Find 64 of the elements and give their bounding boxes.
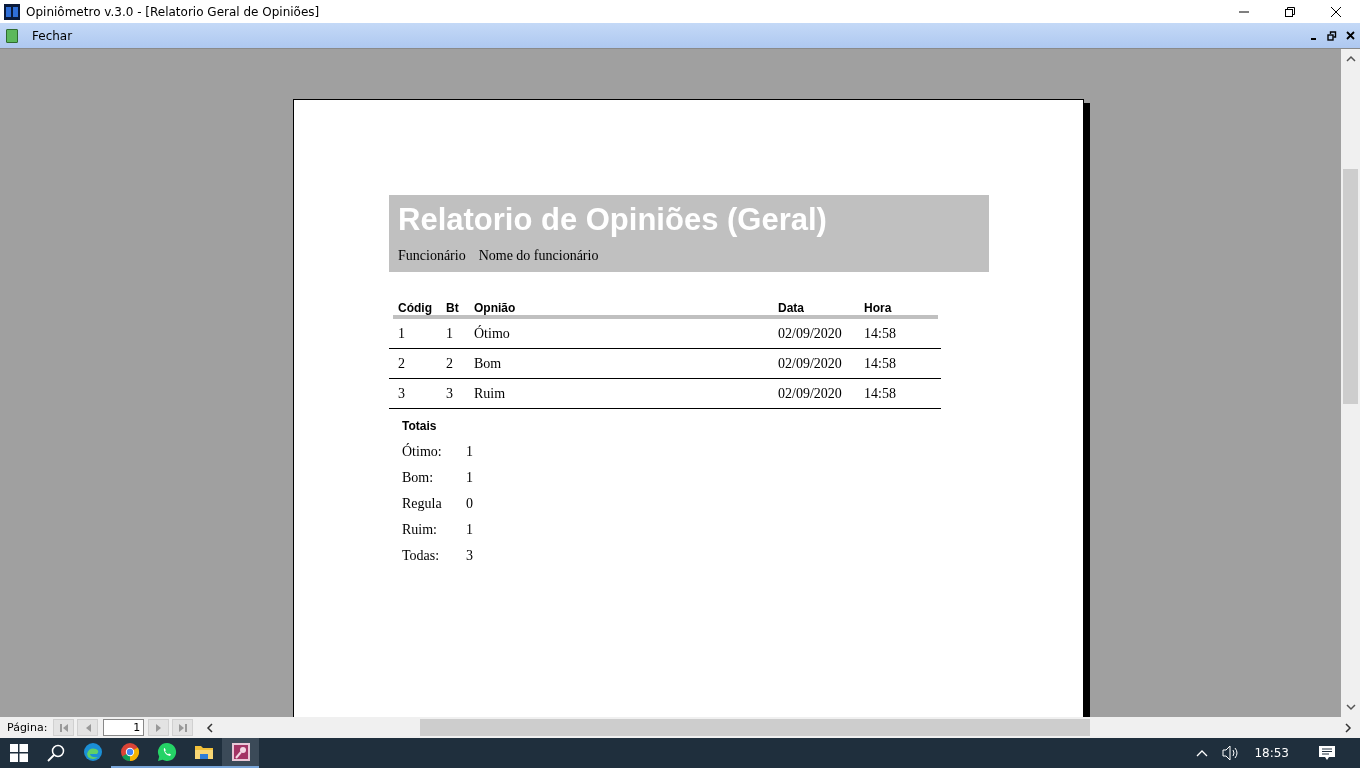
vertical-scrollbar[interactable]	[1341, 49, 1360, 717]
column-header: Data	[778, 301, 805, 315]
notification-icon[interactable]	[1319, 745, 1335, 761]
restore-icon[interactable]	[1284, 5, 1296, 18]
search-icon	[46, 744, 65, 762]
total-value: 1	[466, 470, 473, 486]
page-label: Página:	[7, 721, 48, 734]
table-cell-text: 02/09/2020	[778, 325, 843, 342]
table-cell-text: 14:58	[864, 385, 897, 402]
last-icon	[176, 721, 189, 734]
table-cell-text: 1	[397, 325, 406, 342]
table-cell-text: 3	[446, 385, 454, 402]
total-label: Ótimo:	[402, 444, 443, 460]
scroll-thumb[interactable]	[1343, 169, 1358, 404]
total-value: 3	[466, 548, 473, 564]
table-cell-text: 2	[397, 355, 406, 372]
chat-bubble-icon	[156, 742, 177, 762]
first-icon	[57, 721, 70, 734]
employee-name: Nome do funcionário	[478, 248, 599, 264]
scroll-left-icon[interactable]	[206, 722, 215, 733]
total-value: 1	[466, 522, 473, 538]
table-cell-text: 2	[446, 355, 454, 372]
scroll-up-icon[interactable]	[1345, 55, 1356, 63]
report-title: Relatorio de Opiniões (Geral)	[398, 201, 828, 239]
table-cell-text: Bom	[474, 355, 503, 372]
close-icon[interactable]	[1346, 31, 1355, 40]
close-icon[interactable]	[1330, 5, 1342, 18]
scroll-down-icon[interactable]	[1345, 703, 1356, 711]
taskbar-app[interactable]	[222, 738, 259, 768]
browser-circle-icon	[119, 742, 140, 762]
clock[interactable]: 18:53	[1254, 746, 1289, 760]
table-cell-text: Ótimo	[474, 325, 511, 342]
table-cell-text: 14:58	[864, 355, 897, 372]
column-header: Hora	[864, 301, 893, 315]
book-icon	[6, 28, 18, 43]
page-field[interactable]: 1	[103, 719, 145, 736]
speaker-icon[interactable]	[1222, 745, 1241, 761]
window-title: Opiniômetro v.3.0 - [Relatorio Geral de Opiniões]	[26, 4, 321, 19]
totals-heading: Totais	[402, 419, 438, 435]
table-cell-text: 02/09/2020	[778, 385, 843, 402]
total-value: 0	[466, 496, 473, 512]
column-header: Opnião	[474, 301, 517, 315]
column-header: Bt	[446, 301, 460, 315]
scroll-right-icon[interactable]	[1344, 722, 1352, 733]
total-label: Bom:	[402, 470, 435, 486]
browser-swirl-icon	[82, 742, 103, 762]
chevron-up-icon[interactable]	[1196, 749, 1209, 757]
column-header: Códig	[397, 301, 433, 315]
total-value: 1	[466, 444, 473, 460]
table-cell-text: 02/09/2020	[778, 355, 843, 372]
table-cell-text: Ruim	[474, 385, 507, 402]
employee-label: Funcionário	[398, 248, 466, 264]
menu-item[interactable]: Fechar	[32, 28, 73, 43]
windows-icon	[9, 744, 28, 762]
table-cell-text: 3	[397, 385, 406, 402]
table-cell-text: 14:58	[864, 325, 897, 342]
key-icon	[230, 742, 251, 762]
restore-icon[interactable]	[1327, 30, 1337, 41]
total-label: Regula	[402, 496, 443, 512]
table-cell-text: 1	[446, 325, 454, 342]
app-logo-icon	[4, 3, 20, 20]
total-label: Ruim:	[402, 522, 438, 538]
total-label: Todas:	[402, 548, 441, 564]
scroll-thumb[interactable]	[420, 719, 1091, 736]
